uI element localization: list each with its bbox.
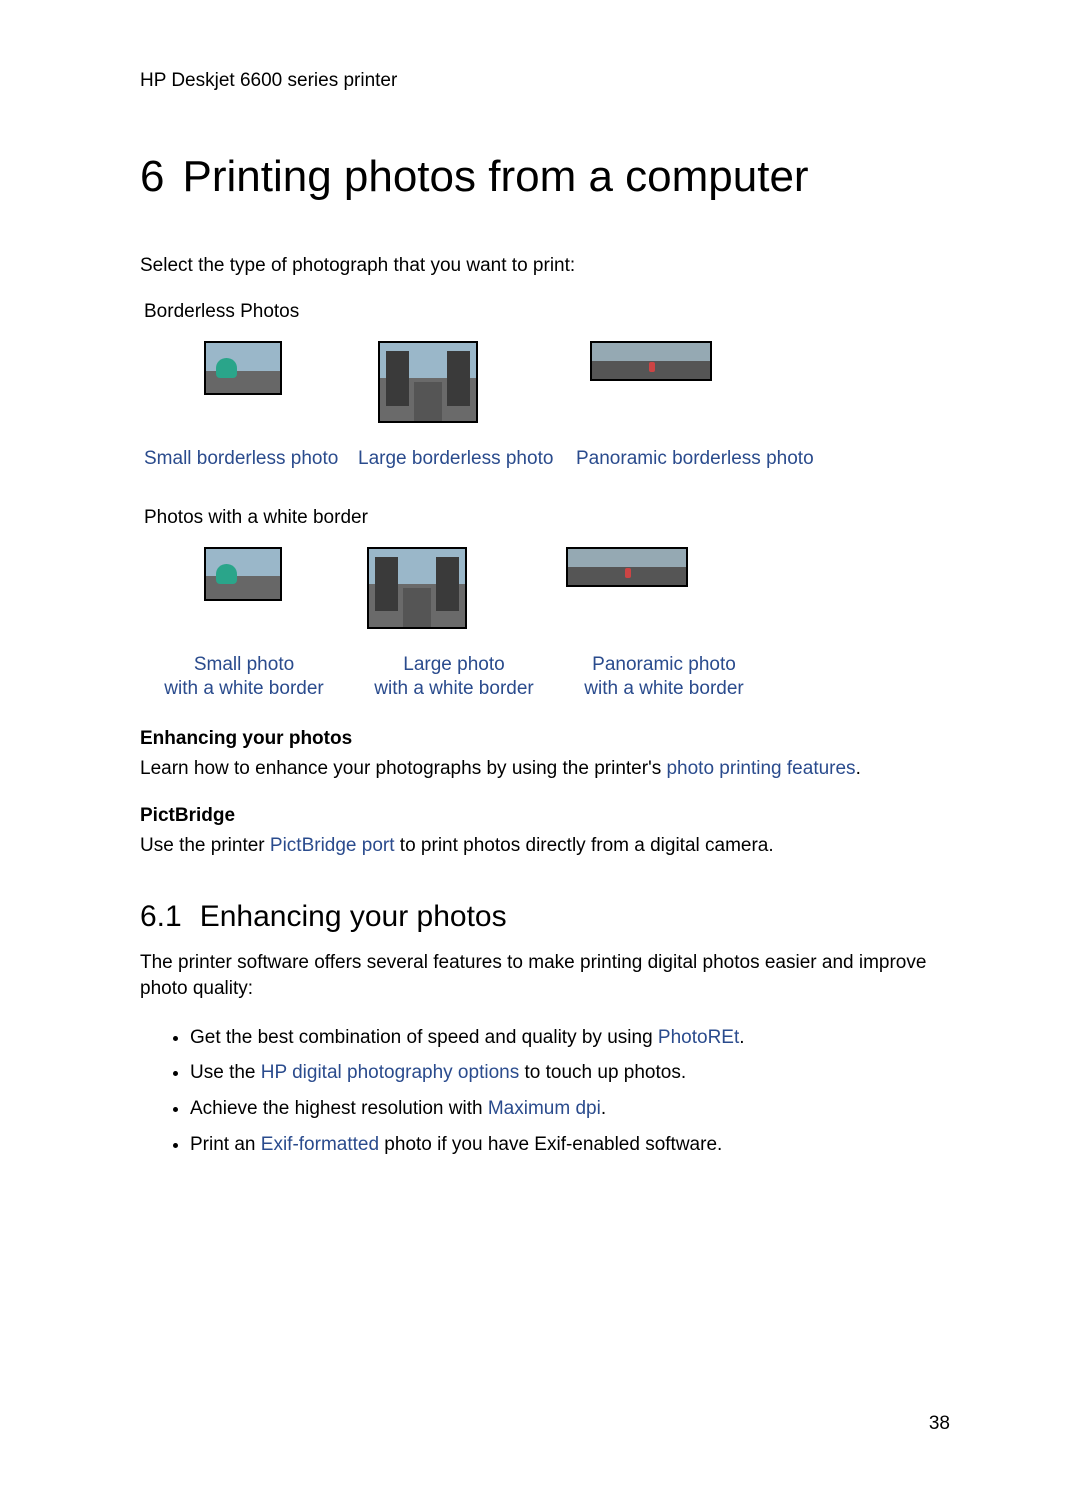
text: . [601, 1098, 606, 1119]
thumb-small-borderless [204, 341, 282, 395]
thumb-cell [144, 341, 360, 395]
chapter-title-text: Printing photos from a computer [182, 152, 808, 201]
caption-line1: Panoramic photo [592, 654, 736, 675]
thumb-panoramic-borderless [590, 341, 712, 381]
link-small-borderless[interactable]: Small borderless photo [144, 447, 358, 471]
link-pictbridge-port[interactable]: PictBridge port [270, 835, 395, 856]
section-title-text: Enhancing your photos [200, 900, 507, 933]
borderless-thumb-row [144, 341, 950, 437]
enhancing-subheading: Enhancing your photos [140, 728, 950, 750]
link-maximum-dpi[interactable]: Maximum dpi [488, 1098, 601, 1119]
link-large-whiteborder[interactable]: Large photo with a white border [354, 653, 554, 701]
thumb-large-whiteborder [367, 547, 467, 629]
bullet-item: Print an Exif-formatted photo if you hav… [190, 1132, 950, 1158]
link-hp-digital-photography-options[interactable]: HP digital photography options [261, 1062, 519, 1083]
thumb-panoramic-whiteborder [566, 547, 688, 587]
page-number: 38 [929, 1413, 950, 1435]
bullet-item: Get the best combination of speed and qu… [190, 1025, 950, 1051]
whiteborder-label: Photos with a white border [144, 507, 950, 529]
pictbridge-paragraph: Use the printer PictBridge port to print… [140, 833, 950, 860]
link-large-borderless[interactable]: Large borderless photo [358, 447, 576, 471]
text: Achieve the highest resolution with [190, 1098, 488, 1119]
text: Use the [190, 1062, 261, 1083]
link-panoramic-borderless[interactable]: Panoramic borderless photo [576, 447, 836, 471]
bullet-item: Achieve the highest resolution with Maxi… [190, 1096, 950, 1122]
text: photo if you have Exif-enabled software. [379, 1134, 722, 1155]
caption-line2: with a white border [584, 678, 743, 699]
whiteborder-caption-row: Small photo with a white border Large ph… [144, 653, 950, 701]
text: . [856, 758, 861, 779]
caption-line2: with a white border [164, 678, 323, 699]
running-header: HP Deskjet 6600 series printer [140, 70, 950, 92]
feature-bullet-list: Get the best combination of speed and qu… [140, 1025, 950, 1158]
thumb-cell [554, 547, 759, 587]
thumb-large-borderless [378, 341, 478, 423]
caption-line2: with a white border [374, 678, 533, 699]
text: Print an [190, 1134, 261, 1155]
caption-line1: Large photo [403, 654, 504, 675]
whiteborder-thumb-row [144, 547, 950, 643]
link-exif-formatted[interactable]: Exif-formatted [261, 1134, 379, 1155]
borderless-label: Borderless Photos [144, 301, 950, 323]
link-photo-printing-features[interactable]: photo printing features [666, 758, 855, 779]
text: to print photos directly from a digital … [395, 835, 774, 856]
chapter-title: 6 Printing photos from a computer [140, 152, 950, 203]
bullet-item: Use the HP digital photography options t… [190, 1060, 950, 1086]
thumb-cell [144, 547, 349, 601]
text: Use the printer [140, 835, 270, 856]
link-small-whiteborder[interactable]: Small photo with a white border [144, 653, 344, 701]
caption-line1: Small photo [194, 654, 294, 675]
section-number: 6.1 [140, 900, 182, 933]
section-6-1-title: 6.1 Enhancing your photos [140, 900, 950, 934]
thumb-small-whiteborder [204, 547, 282, 601]
thumb-cell [360, 341, 578, 423]
text: Learn how to enhance your photographs by… [140, 758, 666, 779]
intro-paragraph: Select the type of photograph that you w… [140, 253, 950, 280]
thumb-cell [349, 547, 554, 629]
section-6-1-intro: The printer software offers several feat… [140, 950, 950, 1003]
enhancing-paragraph: Learn how to enhance your photographs by… [140, 756, 950, 783]
text: Get the best combination of speed and qu… [190, 1027, 658, 1048]
pictbridge-subheading: PictBridge [140, 805, 950, 827]
text: . [739, 1027, 744, 1048]
chapter-number: 6 [140, 152, 164, 203]
text: to touch up photos. [519, 1062, 686, 1083]
borderless-caption-row: Small borderless photo Large borderless … [144, 447, 950, 471]
thumb-cell [578, 341, 838, 381]
link-panoramic-whiteborder[interactable]: Panoramic photo with a white border [564, 653, 764, 701]
link-photoret[interactable]: PhotoREt [658, 1027, 739, 1048]
page: HP Deskjet 6600 series printer 6 Printing… [0, 0, 1080, 1495]
